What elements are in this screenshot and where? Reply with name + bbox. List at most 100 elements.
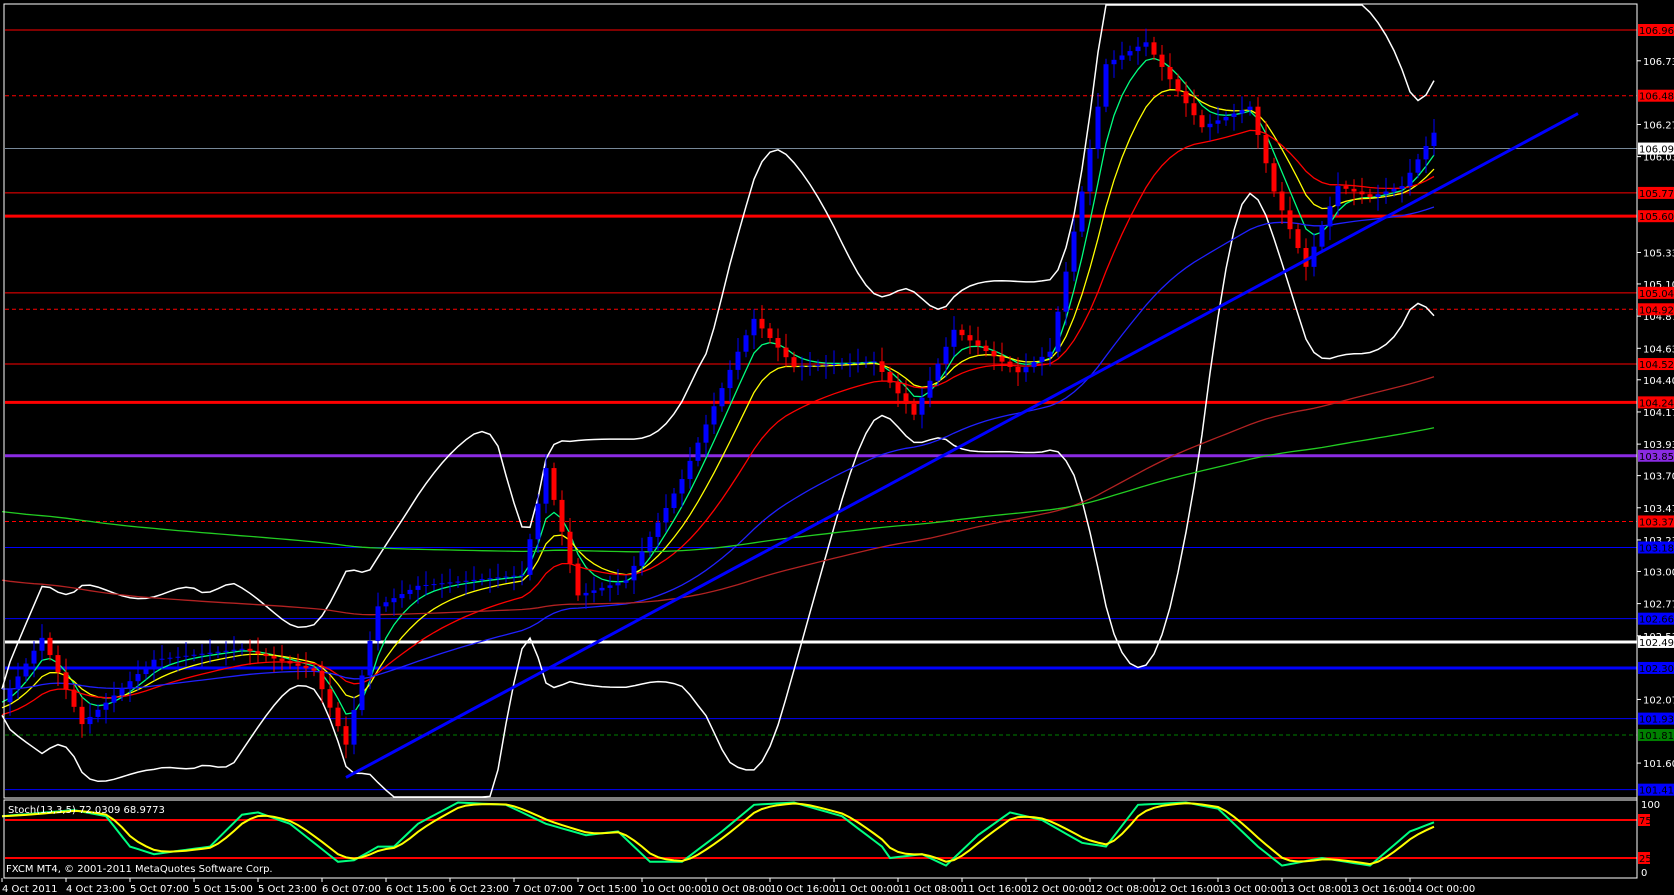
candle	[895, 382, 901, 394]
candle	[751, 318, 757, 336]
candle	[1247, 106, 1253, 111]
level-price-label: 101.810	[1639, 731, 1674, 742]
candle	[959, 329, 965, 336]
candle	[919, 397, 925, 415]
candle	[863, 361, 869, 363]
price-tick-label: 103.005	[1643, 567, 1674, 578]
candle	[1079, 191, 1085, 232]
candle	[1367, 194, 1373, 198]
candle	[903, 393, 909, 405]
candle	[375, 606, 381, 641]
time-label: 5 Oct 23:00	[258, 884, 317, 895]
level-price-label: 104.520	[1639, 360, 1674, 371]
candle	[143, 666, 149, 675]
candle	[543, 468, 549, 504]
candle	[551, 468, 557, 500]
level-price-label: 106.480	[1639, 92, 1674, 103]
candle	[135, 674, 141, 682]
candle	[191, 654, 197, 656]
candle	[1063, 271, 1069, 312]
candle	[1383, 191, 1389, 195]
candle	[303, 665, 309, 669]
candle	[695, 442, 701, 461]
candle	[503, 576, 509, 578]
time-label: 6 Oct 15:00	[386, 884, 445, 895]
candle	[455, 581, 461, 583]
candle	[1119, 55, 1125, 60]
candle	[727, 369, 733, 389]
candle	[151, 659, 157, 667]
level-price-label: 103.370	[1639, 517, 1674, 528]
candle	[471, 579, 477, 581]
candle	[647, 536, 653, 552]
candle	[719, 388, 725, 407]
candle	[615, 582, 621, 586]
time-label: 13 Oct 00:00	[1218, 884, 1283, 895]
candle	[87, 716, 93, 725]
candle	[71, 689, 77, 707]
candle	[1255, 106, 1261, 135]
candle	[367, 640, 373, 676]
price-tick-label: 104.170	[1643, 408, 1674, 419]
candle	[943, 346, 949, 364]
candle	[535, 503, 541, 540]
candle	[7, 689, 13, 703]
time-label: 11 Oct 08:00	[898, 884, 963, 895]
price-tick-label: 105.335	[1643, 248, 1674, 259]
time-label: 4 Oct 2011	[2, 884, 57, 895]
level-price-label: 105.770	[1639, 189, 1674, 200]
candle	[1327, 206, 1333, 227]
candle	[887, 371, 893, 383]
stoch-level-label: 25	[1639, 854, 1652, 865]
candle	[687, 460, 693, 480]
candle	[519, 574, 525, 576]
candle	[1191, 103, 1197, 116]
price-tick-label: 103.935	[1643, 440, 1674, 451]
candle	[631, 565, 637, 581]
candle	[743, 335, 749, 352]
candle	[399, 594, 405, 599]
stoch-level-label: 75	[1639, 816, 1652, 827]
candle	[127, 681, 133, 689]
time-label: 7 Oct 07:00	[514, 884, 573, 895]
time-label: 7 Oct 15:00	[578, 884, 637, 895]
price-tick-label: 101.605	[1643, 759, 1674, 770]
candle	[343, 726, 349, 745]
candle	[1127, 51, 1133, 56]
candle	[935, 363, 941, 381]
candle	[799, 366, 805, 368]
candle	[1167, 66, 1173, 80]
candle	[855, 362, 861, 364]
stoch-indicator-label: Stoch(13,3,5) 72.0309 68.9773	[8, 805, 165, 816]
candle	[407, 589, 413, 595]
price-chart[interactable]: 106.735106.270106.035105.335105.105104.8…	[0, 0, 1674, 895]
candle	[199, 653, 205, 655]
candle	[1103, 64, 1109, 107]
candle	[663, 507, 669, 523]
price-tick-label: 102.770	[1643, 600, 1674, 611]
candle	[1231, 113, 1237, 117]
level-price-label: 102.300	[1639, 664, 1674, 675]
candle	[1047, 351, 1053, 357]
candle	[1431, 132, 1437, 147]
candle	[327, 689, 333, 708]
candle	[279, 658, 285, 661]
candle	[295, 663, 301, 666]
candle	[911, 404, 917, 415]
candle	[351, 710, 357, 745]
candle	[55, 655, 61, 673]
candle	[239, 648, 245, 650]
candle	[791, 357, 797, 367]
candle	[1095, 106, 1101, 150]
candle	[1087, 149, 1093, 192]
candle	[231, 649, 237, 651]
time-label: 12 Oct 16:00	[1154, 884, 1219, 895]
level-price-label: 106.960	[1639, 26, 1674, 37]
candle	[263, 653, 269, 657]
candle	[207, 652, 213, 654]
candle	[783, 347, 789, 358]
candle	[95, 709, 101, 717]
candle	[47, 637, 53, 656]
level-price-label: 102.490	[1639, 638, 1674, 649]
stoch-scale-max: 100	[1641, 800, 1660, 811]
